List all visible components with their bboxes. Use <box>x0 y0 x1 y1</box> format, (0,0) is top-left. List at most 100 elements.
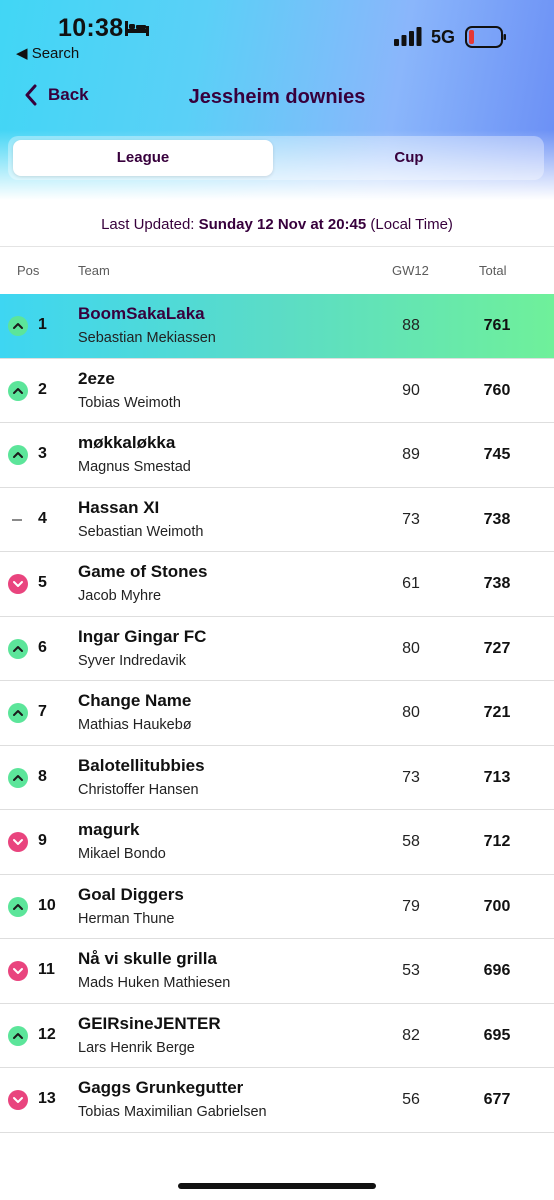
position: 10 <box>38 896 56 914</box>
home-indicator[interactable] <box>178 1183 376 1189</box>
return-to-search-link[interactable]: ◀ Search <box>16 44 79 62</box>
table-row[interactable]: 6 Ingar Gingar FC Syver Indredavik 80 727 <box>0 617 554 681</box>
table-row[interactable]: 13 Gaggs Grunkegutter Tobias Maximilian Ga… <box>0 1068 554 1133</box>
no-change-icon <box>8 510 28 530</box>
total-points: 695 <box>483 1026 511 1044</box>
page-title: Jessheim downies <box>188 86 366 108</box>
team-name: Goal Diggers <box>78 884 184 904</box>
total-points: 760 <box>483 381 511 399</box>
team-name: Balotellitubbies <box>78 755 205 775</box>
manager-name: Jacob Myhre <box>78 588 162 604</box>
team-name: Nå vi skulle grilla <box>78 949 217 968</box>
signal-icon <box>394 27 422 46</box>
gameweek-points: 53 <box>402 962 420 979</box>
manager-name: Herman Thune <box>78 910 175 927</box>
total-points: 738 <box>483 575 511 592</box>
position: 5 <box>38 574 47 591</box>
arrow-down-icon <box>8 832 28 852</box>
table-row[interactable]: 4 Hassan XI Sebastian Weimoth 73 738 <box>0 488 554 552</box>
team-name: GEIRsineJENTER <box>78 1013 221 1033</box>
manager-name: Lars Henrik Berge <box>78 1039 195 1056</box>
table-row[interactable]: 12 GEIRsineJENTER Lars Henrik Berge 82 695 <box>0 1004 554 1068</box>
position: 4 <box>38 509 47 527</box>
position: 12 <box>38 1025 56 1043</box>
gameweek-points: 73 <box>402 510 420 528</box>
total-points: 745 <box>483 446 511 463</box>
gameweek-points: 61 <box>402 575 420 592</box>
arrow-down-icon <box>8 574 28 594</box>
total-points: 761 <box>483 317 511 334</box>
status-time: 10:38 <box>58 14 124 42</box>
manager-name: Mikael Bondo <box>78 846 166 862</box>
manager-name: Sebastian Weimoth <box>78 523 204 540</box>
total-points: 700 <box>483 897 511 915</box>
arrow-up-icon <box>8 445 28 465</box>
table-row[interactable]: 9 magurk Mikael Bondo 58 712 <box>0 810 554 875</box>
team-name: Game of Stones <box>78 562 208 581</box>
total-points: 727 <box>483 639 511 657</box>
total-points: 738 <box>483 510 511 528</box>
table-row[interactable]: 8 Balotellitubbies Christoffer Hansen 73 713 <box>0 746 554 810</box>
gameweek-points: 80 <box>402 704 420 721</box>
arrow-up-icon <box>8 316 28 336</box>
total-points: 696 <box>483 962 511 979</box>
battery-icon <box>465 26 506 48</box>
arrow-up-icon <box>8 638 28 659</box>
table-header: Pos Team GW12 Total <box>0 246 554 294</box>
arrow-up-icon <box>8 1025 28 1046</box>
last-updated: Last Updated: Sunday 12 Nov at 20:45 (Lo… <box>0 216 554 233</box>
team-name: Ingar Gingar FC <box>78 626 207 646</box>
total-points: 721 <box>483 704 511 721</box>
table-row[interactable]: 11 Nå vi skulle grilla Mads Huken Mathiese… <box>0 939 554 1004</box>
arrow-up-icon <box>8 703 28 723</box>
team-name: Gaggs Grunkegutter <box>78 1078 244 1097</box>
team-name: magurk <box>78 820 140 839</box>
manager-name: Syver Indredavik <box>78 652 186 669</box>
position: 9 <box>38 832 47 849</box>
last-updated-suffix: (Local Time) <box>370 216 453 233</box>
col-total: Total <box>479 263 507 278</box>
gameweek-points: 82 <box>402 1026 420 1044</box>
team-name: Hassan XI <box>78 497 160 517</box>
team-name: møkkaløkka <box>78 433 176 452</box>
table-row[interactable]: 1 BoomSakaLaka Sebastian Mekiassen 88 761 <box>0 294 554 359</box>
last-updated-prefix: Last Updated: <box>101 216 195 233</box>
position: 1 <box>38 316 47 333</box>
arrow-up-icon <box>8 767 28 788</box>
total-points: 712 <box>483 833 511 850</box>
table-row[interactable]: 3 møkkaløkka Magnus Smestad 89 745 <box>0 423 554 488</box>
gameweek-points: 90 <box>402 381 420 399</box>
col-gw: GW12 <box>392 263 429 278</box>
gameweek-points: 73 <box>402 768 420 786</box>
gameweek-points: 88 <box>402 317 420 334</box>
tab-cup[interactable]: Cup <box>279 140 539 176</box>
tab-league[interactable]: League <box>13 140 273 176</box>
team-name: 2eze <box>78 368 115 388</box>
col-team: Team <box>78 263 110 278</box>
network-label: 5G <box>431 27 456 47</box>
segmented-control: League Cup <box>8 136 544 180</box>
manager-name: Sebastian Mekiassen <box>78 330 216 346</box>
team-name: Change Name <box>78 691 192 710</box>
position: 6 <box>38 638 47 656</box>
table-row[interactable]: 10 Goal Diggers Herman Thune 79 700 <box>0 875 554 939</box>
manager-name: Mads Huken Mathiesen <box>78 975 231 991</box>
manager-name: Christoffer Hansen <box>78 781 199 798</box>
position: 11 <box>38 961 55 978</box>
gameweek-points: 56 <box>402 1091 420 1108</box>
gameweek-points: 58 <box>402 833 420 850</box>
position: 3 <box>38 445 47 462</box>
table-row[interactable]: 7 Change Name Mathias Haukebø 80 721 <box>0 681 554 746</box>
position: 8 <box>38 767 47 785</box>
arrow-down-icon <box>8 961 28 981</box>
gameweek-points: 79 <box>402 897 420 915</box>
table-row[interactable]: 5 Game of Stones Jacob Myhre 61 738 <box>0 552 554 617</box>
total-points: 713 <box>483 768 511 786</box>
manager-name: Tobias Maximilian Gabrielsen <box>78 1104 267 1120</box>
table-row[interactable]: 2 2eze Tobias Weimoth 90 760 <box>0 359 554 423</box>
gameweek-points: 80 <box>402 639 420 657</box>
bed-icon <box>125 21 149 36</box>
arrow-up-icon <box>8 380 28 401</box>
team-name: BoomSakaLaka <box>78 304 205 323</box>
position: 2 <box>38 380 47 398</box>
